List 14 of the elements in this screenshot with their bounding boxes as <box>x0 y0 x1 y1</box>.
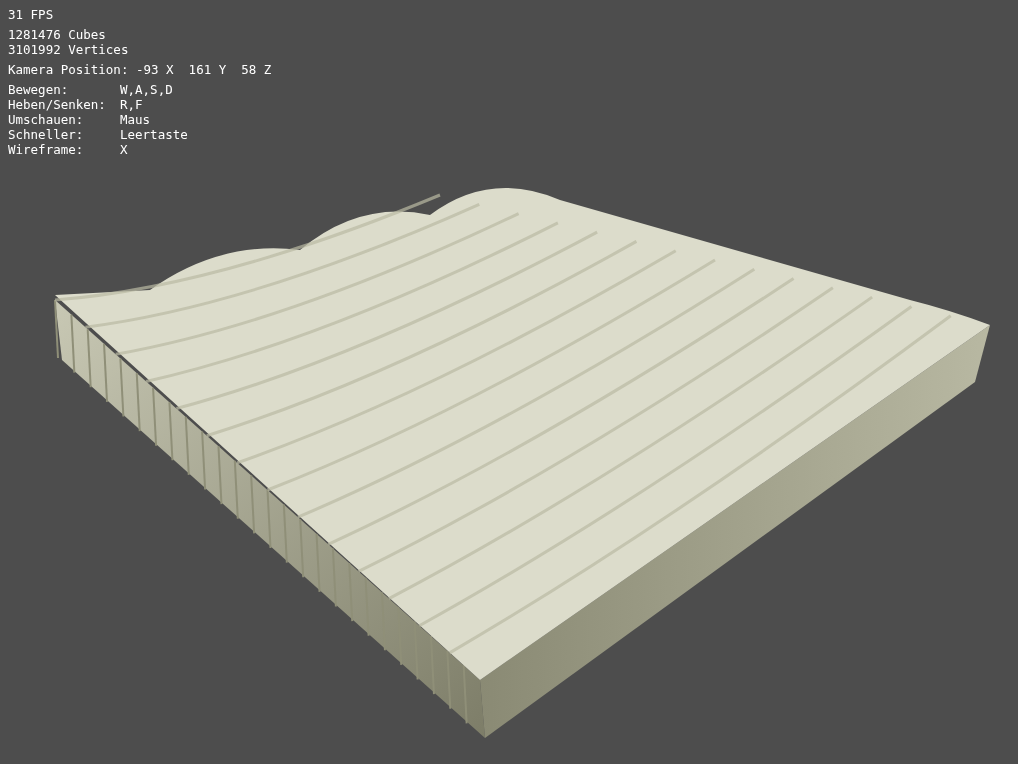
fps-counter: 31 FPS <box>8 7 55 22</box>
control-key-text: W,A,S,D <box>120 82 174 97</box>
control-action-label: Schneller: <box>8 127 85 142</box>
control-action-label: Bewegen: <box>8 82 70 97</box>
control-action-label: Wireframe: <box>8 142 85 157</box>
control-key-text: R,F <box>120 97 144 112</box>
control-action-label: Umschauen: <box>8 112 85 127</box>
control-key-text: Leertaste <box>120 127 189 142</box>
stats-text: 1281476 Cubes <box>8 27 107 42</box>
camera-position-text: Kamera Position: -93 X 161 Y 58 Z <box>8 62 272 77</box>
control-action-label: Heben/Senken: <box>8 97 107 112</box>
control-key-text: Maus <box>120 112 152 127</box>
stats-text: 3101992 Vertices <box>8 42 130 57</box>
control-key-text: X <box>120 142 129 157</box>
